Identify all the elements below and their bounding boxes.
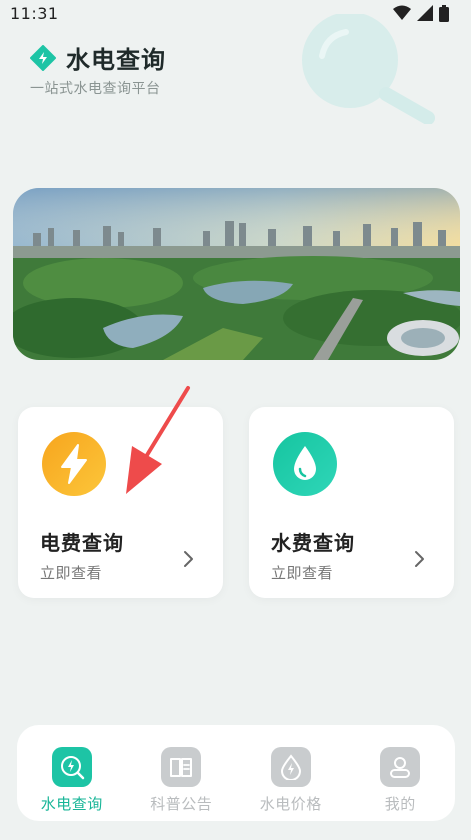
status-time: 11:31	[10, 3, 59, 23]
drop-lightning-icon	[270, 747, 311, 787]
nav-label: 我的	[384, 795, 416, 813]
battery-icon	[439, 4, 449, 22]
nav-label: 水电价格	[259, 795, 322, 813]
nav-item-announcements[interactable]: 科普公告	[131, 747, 231, 814]
nav-label: 水电查询	[40, 795, 103, 813]
book-icon	[161, 747, 202, 787]
nav-label: 科普公告	[150, 795, 213, 813]
card-title: 电费查询	[40, 531, 124, 555]
header: 水电查询	[30, 40, 166, 75]
nav-item-prices[interactable]: 水电价格	[241, 747, 341, 814]
red-arrow-annotation	[126, 386, 190, 494]
city-banner-image	[13, 188, 460, 360]
card-subtitle: 立即查看	[271, 564, 334, 582]
chevron-right-icon	[184, 551, 193, 567]
user-icon	[380, 747, 421, 787]
search-lightning-icon	[51, 747, 92, 787]
card-subtitle: 立即查看	[40, 564, 103, 582]
water-query-card[interactable]: 水费查询 立即查看	[249, 407, 454, 598]
nav-item-profile[interactable]: 我的	[350, 747, 450, 814]
chevron-right-icon	[415, 551, 424, 567]
page-title: 水电查询	[66, 46, 166, 74]
lightning-icon	[42, 432, 106, 496]
magnifier-decoration-icon	[302, 14, 435, 124]
logo-lightning-icon	[30, 44, 56, 71]
bottom-nav: 水电查询 科普公告 水电价格 我的	[17, 725, 455, 821]
water-drop-icon	[273, 432, 337, 496]
page-subtitle: 一站式水电查询平台	[30, 81, 161, 97]
card-title: 水费查询	[271, 531, 355, 555]
nav-item-utility-query[interactable]: 水电查询	[22, 747, 122, 814]
